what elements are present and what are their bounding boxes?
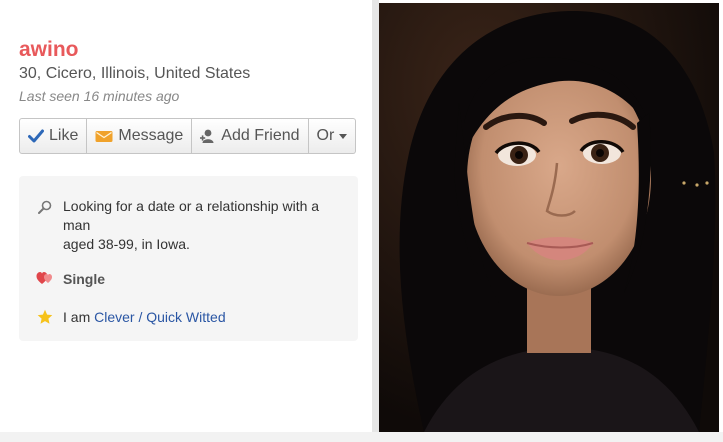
message-button[interactable]: Message [87, 118, 193, 154]
personality-link[interactable]: Clever / Quick Witted [94, 309, 225, 325]
profile-location: 30, Cicero, Illinois, United States [19, 65, 251, 82]
personality-row: I am Clever / Quick Witted [35, 309, 226, 325]
bottom-strip [0, 432, 723, 442]
magnifier-icon [35, 200, 55, 214]
profile-name[interactable]: awino [19, 38, 79, 62]
add-friend-button[interactable]: Add Friend [192, 118, 309, 154]
more-label: Or [316, 127, 335, 144]
star-icon [35, 309, 55, 325]
profile-photo[interactable] [379, 3, 719, 432]
envelope-icon [95, 130, 113, 143]
looking-line-2: aged 38-99, in Iowa. [63, 236, 190, 252]
personality-text: I am Clever / Quick Witted [63, 309, 226, 325]
check-icon [28, 129, 44, 143]
profile-photo-illustration [379, 3, 719, 432]
last-seen: Last seen 16 minutes ago [19, 88, 180, 104]
looking-for-text: Looking for a date or a relationship wit… [63, 197, 333, 254]
caret-down-icon [339, 133, 348, 139]
looking-line-1: Looking for a date or a relationship wit… [63, 198, 320, 233]
like-label: Like [49, 127, 79, 144]
profile-details-card: Looking for a date or a relationship wit… [19, 176, 358, 341]
column-divider [372, 0, 379, 432]
action-button-group: Like Message Add Friend Or [19, 118, 357, 154]
personality-prefix: I am [63, 309, 91, 325]
relationship-status: Single [63, 271, 106, 287]
message-label: Message [118, 127, 184, 144]
profile-panel: awino 30, Cicero, Illinois, United State… [0, 0, 372, 432]
looking-for-row: Looking for a date or a relationship wit… [35, 197, 333, 254]
person-add-icon [200, 128, 216, 144]
more-options-button[interactable]: Or [308, 118, 357, 154]
add-friend-label: Add Friend [221, 127, 300, 144]
hearts-icon [35, 271, 55, 285]
like-button[interactable]: Like [19, 118, 88, 154]
relationship-status-row: Single [35, 271, 105, 287]
